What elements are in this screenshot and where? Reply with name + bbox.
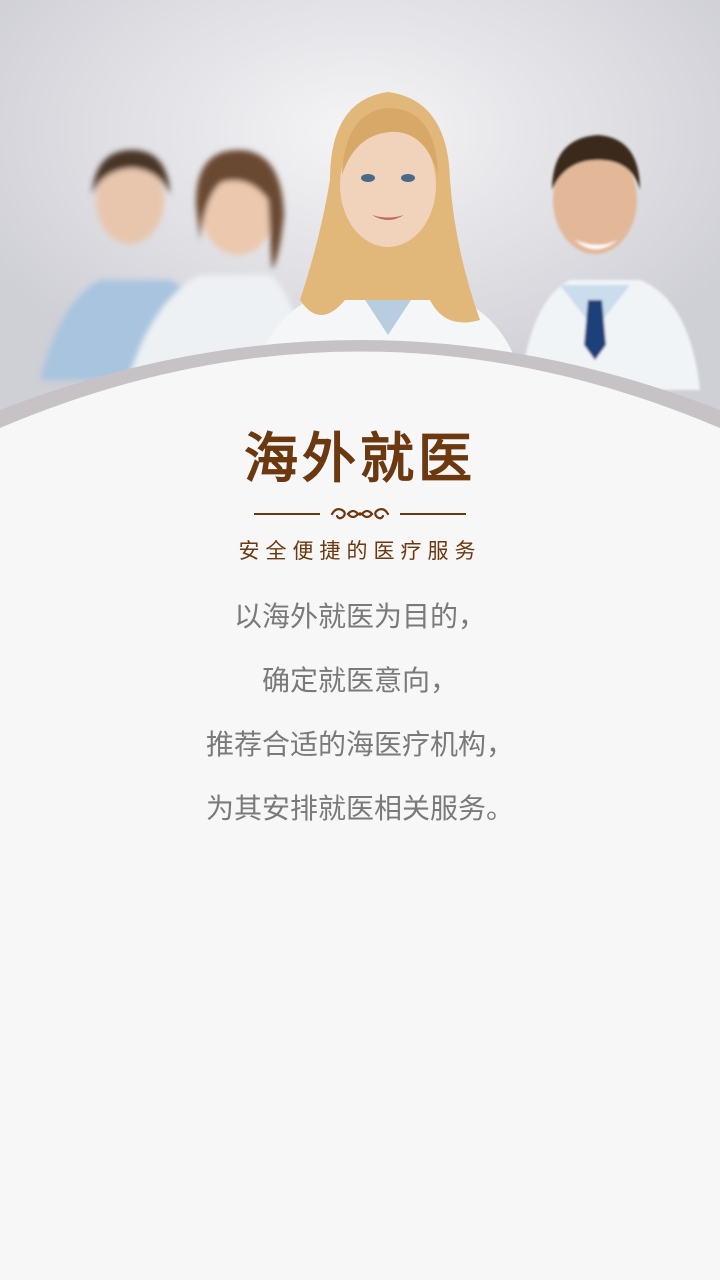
description-line: 确定就医意向， <box>261 664 458 697</box>
page-title: 海外就医 <box>244 426 476 490</box>
description-line: 以海外就医为目的， <box>233 600 486 633</box>
description-line: 推荐合适的海医疗机构， <box>205 728 514 761</box>
flourish-icon <box>320 502 400 526</box>
description-line: 为其安排就医相关服务。 <box>205 792 514 825</box>
title-block: 海外就医 安全便捷的医疗服务 <box>0 418 720 566</box>
ornament-divider <box>0 502 720 526</box>
splash-screen: 海外就医 安全便捷的医疗服务 以海外就医为目的， 确定就医意向， 推荐合适的海医… <box>0 0 720 1280</box>
page-subtitle: 安全便捷的医疗服务 <box>238 539 482 563</box>
description: 以海外就医为目的， 确定就医意向， 推荐合适的海医疗机构， 为其安排就医相关服务… <box>0 585 720 841</box>
divider-line-right <box>400 513 466 515</box>
divider-line-left <box>254 513 320 515</box>
